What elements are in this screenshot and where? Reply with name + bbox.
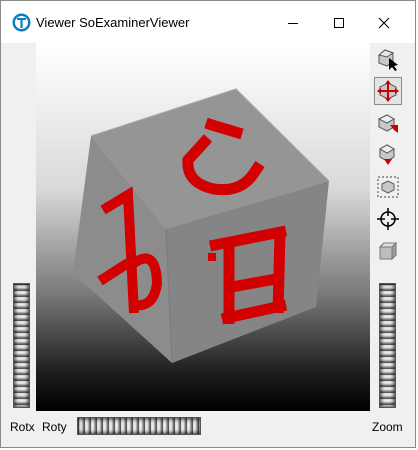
seek-button[interactable]: [374, 205, 402, 233]
rotx-thumbwheel[interactable]: [13, 283, 30, 408]
roty-thumbwheel[interactable]: [77, 417, 201, 435]
set-home-button[interactable]: [374, 141, 402, 169]
render-area[interactable]: [36, 43, 370, 411]
rotate-arrows-icon: [377, 80, 399, 102]
view-mode-button[interactable]: [374, 77, 402, 105]
rotx-label: Rotx: [10, 420, 35, 434]
perspective-cube-icon: [378, 241, 398, 261]
arrow-pointer-cube-icon: [377, 49, 398, 71]
close-icon: [378, 17, 390, 29]
close-button[interactable]: [368, 9, 400, 37]
scene-cube: [73, 88, 330, 364]
maximize-button[interactable]: [323, 9, 355, 37]
maximize-icon: [334, 18, 344, 28]
roty-label: Roty: [42, 420, 67, 434]
minimize-button[interactable]: [277, 9, 309, 37]
window-title: Viewer SoExaminerViewer: [36, 15, 190, 30]
minimize-icon: [288, 23, 298, 24]
projection-button[interactable]: [374, 237, 402, 265]
crosshair-seek-icon: [377, 208, 399, 230]
view-all-button[interactable]: [374, 173, 402, 201]
pick-mode-button[interactable]: [374, 45, 402, 73]
title-bar[interactable]: Viewer SoExaminerViewer: [1, 1, 415, 43]
app-icon: [12, 13, 31, 32]
home-button[interactable]: [374, 109, 402, 137]
view-all-icon: [377, 176, 399, 198]
zoom-thumbwheel[interactable]: [379, 283, 396, 408]
home-view-icon: [377, 114, 398, 133]
zoom-label: Zoom: [372, 420, 403, 434]
set-home-icon: [378, 144, 396, 165]
viewer-window: Viewer SoExaminerViewer Rotx Roty Zoom: [0, 0, 416, 448]
